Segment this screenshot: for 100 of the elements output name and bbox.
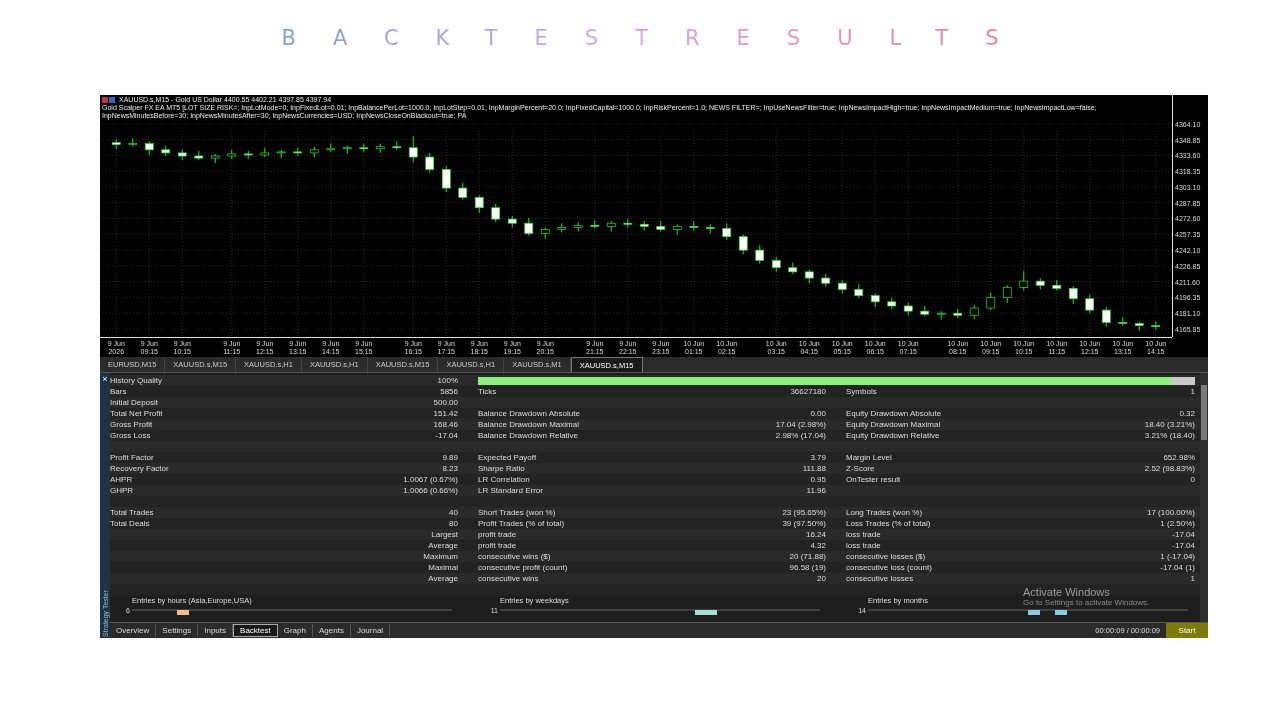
stat-value: 36627180 [790,386,826,397]
stat-label: GHPR [110,485,134,496]
stat-label: Equity Drawdown Relative [846,430,940,441]
stat-label: LR Standard Error [478,485,543,496]
stat-value: 17 (100.00%) [1146,507,1195,518]
stat-label: loss trade [846,529,881,540]
stat-value: Average [428,540,458,551]
tab[interactable]: Agents [312,624,351,637]
stat-value: 4.32 [810,540,826,551]
stat-value: 1 (2.50%) [1160,518,1195,529]
close-button[interactable]: × [102,375,108,384]
stat-value: 500.00 [433,397,458,408]
candlestick [425,152,435,174]
stat-value: 2.52 (98.83%) [1144,463,1195,474]
tab[interactable]: Backtest [233,624,278,637]
candlestick [408,135,418,163]
stat-label: Bars [110,386,127,397]
stat-label: Long Trades (won %) [846,507,923,518]
stat-value: 39 (97.50%) [782,518,826,529]
stat-label: Total Trades [110,507,154,518]
stat-value: 1.0066 (0.66%) [403,485,458,496]
stat-value: 0.95 [810,474,826,485]
tab[interactable]: Graph [277,624,313,637]
stat-value: 9.89 [442,452,458,463]
candlestick [491,203,501,223]
stat-label: loss trade [846,540,881,551]
stat-value: 100% [437,375,458,386]
stat-value: 20 (71.88) [789,551,826,562]
stat-value: -17.04 [1172,529,1195,540]
stat-value: -17.04 [1172,540,1195,551]
stat-value: -17.04 (1) [1160,562,1195,573]
stat-label: Recovery Factor [110,463,169,474]
stat-value: Maximum [423,551,458,562]
stat-label: History Quality [110,375,162,386]
stat-value: 80 [449,518,458,529]
stat-value: -17.04 [435,430,458,441]
stat-label: Balance Drawdown Absolute [478,408,580,419]
stat-value: Largest [431,529,458,540]
stat-label: Symbols [846,386,877,397]
stat-value: 0.00 [810,408,826,419]
stat-label: Profit Factor [110,452,154,463]
stat-label: OnTester result [846,474,901,485]
stat-label: Balance Drawdown Relative [478,430,579,441]
stat-value: 0.32 [1179,408,1195,419]
stat-value: 1.0067 (0.67%) [403,474,458,485]
tab[interactable]: Journal [350,624,391,637]
scrollbar[interactable] [1200,373,1208,622]
tab[interactable]: Settings [156,624,199,637]
stat-value: 168.46 [433,419,458,430]
stat-value: 16.24 [805,529,826,540]
stat-label: profit trade [478,529,517,540]
stat-label: Equity Drawdown Absolute [846,408,942,419]
flag-icon [102,96,116,103]
activation-notice: Activate Windows [1023,586,1111,598]
stat-label: Short Trades (won %) [478,507,556,518]
stat-value: 20 [817,573,826,584]
start-button[interactable]: Start [1166,623,1208,638]
stat-label: Equity Drawdown Maximal [846,419,941,430]
stat-value: 2.98% (17.04) [775,430,826,441]
tab[interactable]: Overview [110,624,157,637]
stat-value: 1 [1190,386,1195,397]
stat-label: Total Deals [110,518,150,529]
stat-label: Sharpe Ratio [478,463,525,474]
stat-label: consecutive profit (count) [478,562,568,573]
stat-value: 151.42 [433,408,458,419]
stat-label: consecutive losses ($) [846,551,926,562]
candlestick [755,244,765,265]
stat-label: Ticks [478,386,497,397]
stat-label: Balance Drawdown Maximal [478,419,579,430]
stat-value: 18.40 (3.21%) [1144,419,1195,430]
stat-value: 96.58 (19) [789,562,826,573]
stat-value: 3.21% (18.40) [1144,430,1195,441]
stat-value: 40 [449,507,458,518]
stat-value: 3.79 [810,452,826,463]
stat-value: 0 [1190,474,1195,485]
stat-label: consecutive loss (count) [846,562,932,573]
stat-label: consecutive wins ($) [478,551,551,562]
stat-value: 111.88 [802,463,826,474]
candlestick [441,165,451,193]
stat-label: Margin Level [846,452,892,463]
stat-value: 1 (-17.04) [1160,551,1195,562]
candlestick [1085,294,1095,314]
candlestick [738,234,748,255]
stat-label: Gross Profit [110,419,153,430]
stat-label: consecutive wins [478,573,539,584]
stat-value: 23 (95.65%) [782,507,826,518]
stat-value: 17.04 (2.98%) [775,419,826,430]
activation-hint: Go to Settings to activate Windows. [1023,598,1150,607]
stat-label: LR Correlation [478,474,530,485]
stat-label: Gross Loss [110,430,151,441]
stat-label: Total Net Profit [110,408,163,419]
stat-label: Loss Trades (% of total) [846,518,931,529]
stat-label: consecutive losses [846,573,914,584]
stat-label: Expected Payoff [478,452,537,463]
stat-value: 652.98% [1163,452,1195,463]
stat-value: 1 [1190,573,1195,584]
stat-label: AHPR [110,474,133,485]
stat-value: 5856 [440,386,458,397]
stat-value: 8.23 [442,463,458,474]
stat-value: Average [428,573,458,584]
